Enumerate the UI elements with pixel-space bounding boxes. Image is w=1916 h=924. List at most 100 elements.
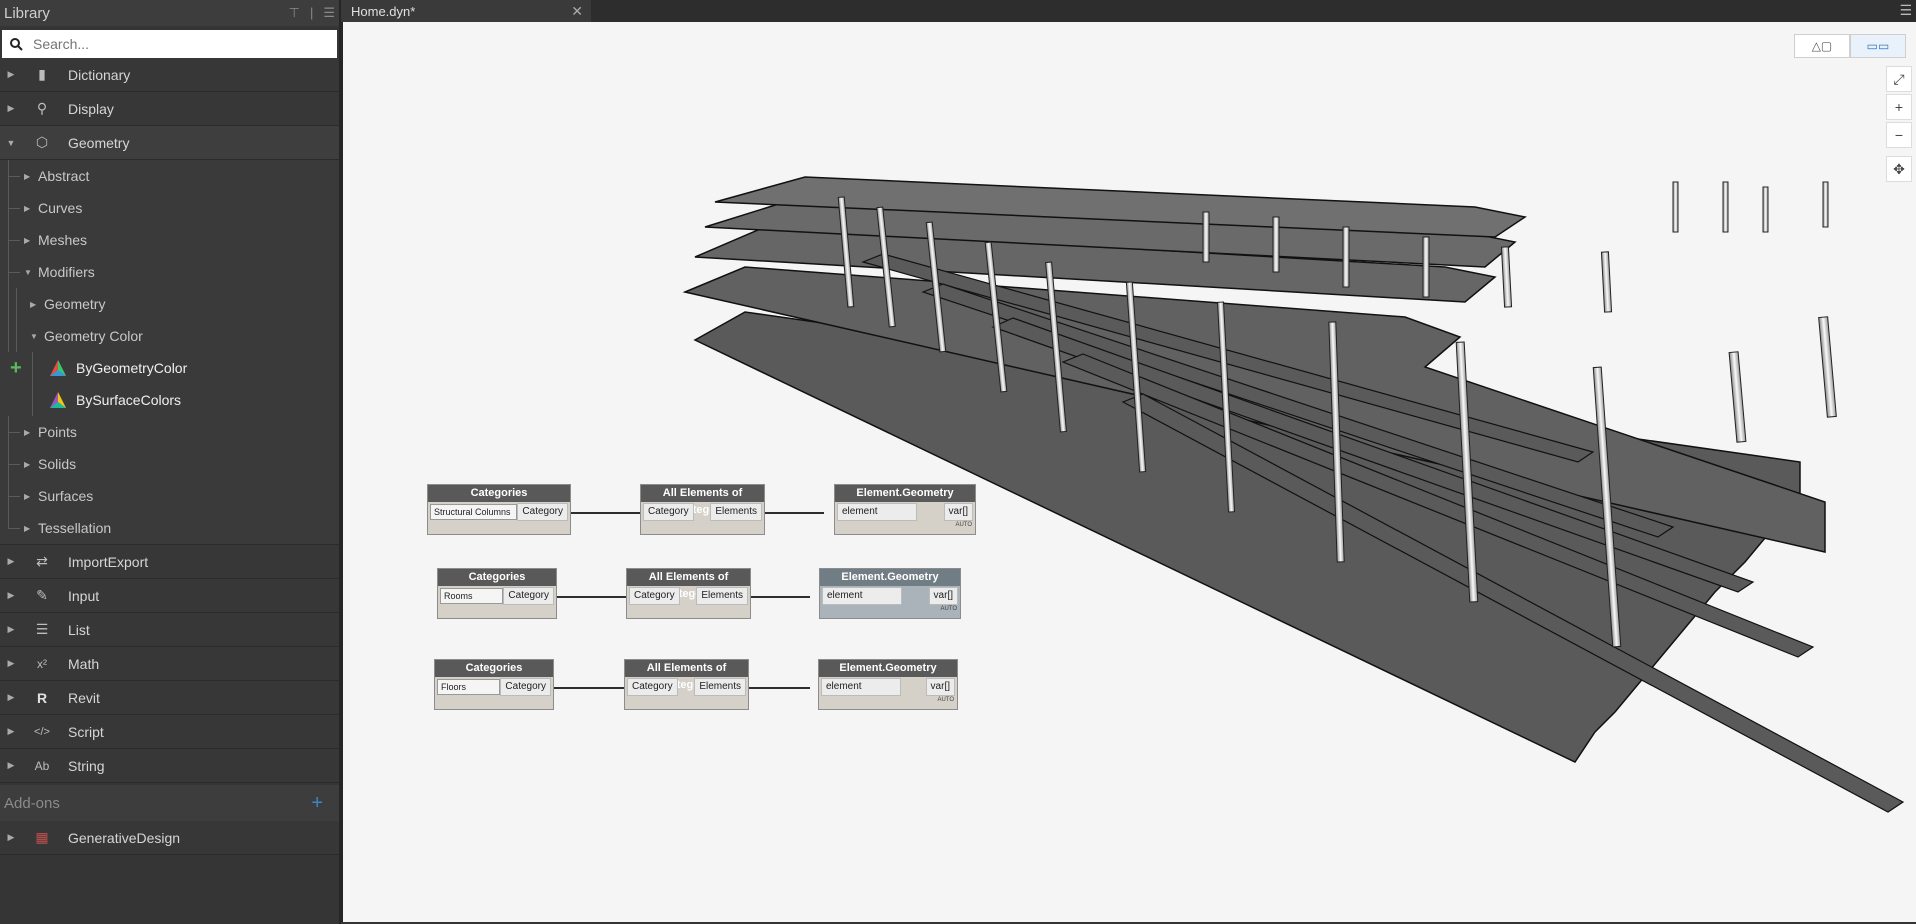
lacing-label: AUTO — [955, 522, 972, 528]
expand-arrow-icon: ▶ — [7, 726, 15, 736]
all-elements-of-category-node[interactable]: All Elements of Category Category Element… — [624, 659, 749, 710]
layout-icon[interactable]: | — [310, 5, 313, 21]
filter-icon[interactable]: ⊤ — [289, 5, 300, 21]
column — [1202, 211, 1210, 263]
wire — [557, 596, 627, 598]
expand-arrow-icon: ▶ — [30, 299, 37, 309]
element-geometry-node[interactable]: Element.Geometry element var[] AUTO — [834, 484, 976, 535]
pan-icon[interactable]: ✥ — [1886, 156, 1912, 182]
subcategory-solids[interactable]: ▶ Solids — [0, 448, 339, 480]
lacing-label: AUTO — [937, 697, 954, 703]
expand-arrow-icon: ▶ — [7, 658, 15, 668]
subcategory-surfaces[interactable]: ▶ Surfaces — [0, 480, 339, 512]
add-addon-icon[interactable]: + — [311, 792, 323, 815]
node-item-bysurfacecolors[interactable]: BySurfaceColors — [0, 384, 339, 416]
addons-header: Add-ons + — [0, 785, 339, 821]
pencil-icon: ✎ — [36, 587, 48, 603]
category-dropdown[interactable]: Structural Columns — [430, 504, 518, 520]
subcategory-geometry-color[interactable]: ▼ Geometry Color — [0, 320, 339, 352]
graph-view-toggle[interactable]: ▭▭ — [1850, 34, 1906, 58]
search-box[interactable] — [2, 30, 337, 58]
categories-node[interactable]: Categories Rooms Category — [437, 568, 557, 619]
background-3d-preview — [682, 176, 1905, 813]
subcategory-modifiers-geometry[interactable]: ▶ Geometry — [0, 288, 339, 320]
magnifier-icon: ⚲ — [36, 100, 48, 116]
menu-icon[interactable]: ☰ — [1899, 2, 1912, 19]
expand-arrow-icon: ▶ — [24, 459, 31, 469]
category-dropdown[interactable]: Rooms — [440, 588, 504, 604]
all-elements-of-category-node[interactable]: All Elements of Category Category Element… — [626, 568, 751, 619]
categories-node[interactable]: Categories Structural Columns Category — [427, 484, 571, 535]
zoom-out-icon[interactable]: − — [1886, 122, 1912, 148]
search-input[interactable] — [31, 35, 315, 53]
tab-home[interactable]: Home.dyn* ✕ — [341, 0, 591, 22]
expand-arrow-icon: ▶ — [24, 203, 31, 213]
category-list[interactable]: ▶ ☰ List — [0, 613, 339, 647]
category-string[interactable]: ▶ Ab String — [0, 749, 339, 783]
list-icon: ☰ — [35, 621, 49, 637]
category-dictionary[interactable]: ▶ ▮ Dictionary — [0, 58, 339, 92]
expand-arrow-icon: ▶ — [24, 171, 31, 181]
expand-arrow-icon: ▶ — [24, 491, 31, 501]
category-math[interactable]: ▶ x² Math — [0, 647, 339, 681]
wire — [748, 687, 810, 689]
subcategory-curves[interactable]: ▶ Curves — [0, 192, 339, 224]
expand-arrow-icon: ▶ — [7, 556, 15, 566]
list-view-icon[interactable]: ☰ — [323, 5, 335, 21]
workspace-canvas[interactable]: △▢ ▭▭ ⤢ + − ✥ Categories Structural Colu… — [341, 22, 1916, 922]
generative-design-icon: ▦ — [35, 829, 49, 845]
subcategory-points[interactable]: ▶ Points — [0, 416, 339, 448]
library-title: Library — [4, 4, 50, 22]
zoom-fit-icon[interactable]: ⤢ — [1886, 66, 1912, 92]
wire — [570, 512, 642, 514]
book-icon: ▮ — [38, 66, 46, 82]
expand-arrow-icon: ▶ — [24, 523, 31, 533]
expand-arrow-icon: ▶ — [7, 760, 15, 770]
expand-arrow-icon: ▶ — [7, 692, 15, 702]
close-icon[interactable]: ✕ — [571, 3, 583, 20]
column — [1762, 186, 1769, 233]
column — [1422, 236, 1430, 298]
subcategory-modifiers[interactable]: ▼ Modifiers — [0, 256, 339, 288]
categories-node[interactable]: Categories Floors Category — [434, 659, 554, 710]
expand-arrow-icon: ▶ — [7, 69, 15, 79]
search-icon — [10, 37, 23, 51]
category-geometry[interactable]: ▼ ⬡ Geometry — [0, 126, 339, 160]
column — [1342, 226, 1350, 288]
column — [1822, 181, 1829, 228]
element-geometry-node[interactable]: Element.Geometry element var[] AUTO — [819, 568, 961, 619]
column — [1728, 351, 1747, 443]
wire — [750, 596, 810, 598]
column — [1600, 251, 1613, 313]
collapse-arrow-icon: ▼ — [30, 331, 38, 341]
category-input[interactable]: ▶ ✎ Input — [0, 579, 339, 613]
category-display[interactable]: ▶ ⚲ Display — [0, 92, 339, 126]
library-header: Library ⊤ | ☰ — [0, 0, 339, 26]
expand-arrow-icon: ▶ — [7, 590, 15, 600]
category-script[interactable]: ▶ </> Script — [0, 715, 339, 749]
expand-arrow-icon: ▶ — [24, 427, 31, 437]
color-wheel-icon — [50, 360, 66, 376]
element-geometry-node[interactable]: Element.Geometry element var[] AUTO — [818, 659, 958, 710]
subcategory-meshes[interactable]: ▶ Meshes — [0, 224, 339, 256]
tab-label: Home.dyn* — [351, 3, 416, 19]
geometry-view-icon: △▢ — [1811, 39, 1833, 53]
column — [1500, 246, 1513, 308]
all-elements-of-category-node[interactable]: All Elements of Category Category Element… — [640, 484, 765, 535]
column — [1722, 181, 1729, 233]
column — [1672, 181, 1679, 233]
view-toggle: △▢ ▭▭ — [1794, 34, 1906, 58]
category-generativedesign[interactable]: ▶ ▦ GenerativeDesign — [0, 821, 339, 855]
add-icon[interactable]: + — [10, 357, 26, 380]
category-dropdown[interactable]: Floors — [437, 679, 501, 695]
category-revit[interactable]: ▶ R Revit — [0, 681, 339, 715]
category-importexport[interactable]: ▶ ⇄ ImportExport — [0, 545, 339, 579]
wire — [554, 687, 625, 689]
subcategory-tessellation[interactable]: ▶ Tessellation — [0, 512, 339, 545]
library-panel: Library ⊤ | ☰ ▶ ▮ Dictionary ▶ ⚲ Display… — [0, 0, 341, 924]
node-item-bygeometrycolor[interactable]: + ByGeometryColor — [0, 352, 339, 384]
subcategory-abstract[interactable]: ▶ Abstract — [0, 160, 339, 192]
zoom-in-icon[interactable]: + — [1886, 94, 1912, 120]
collapse-arrow-icon: ▼ — [6, 137, 16, 148]
3d-view-toggle[interactable]: △▢ — [1794, 34, 1850, 58]
